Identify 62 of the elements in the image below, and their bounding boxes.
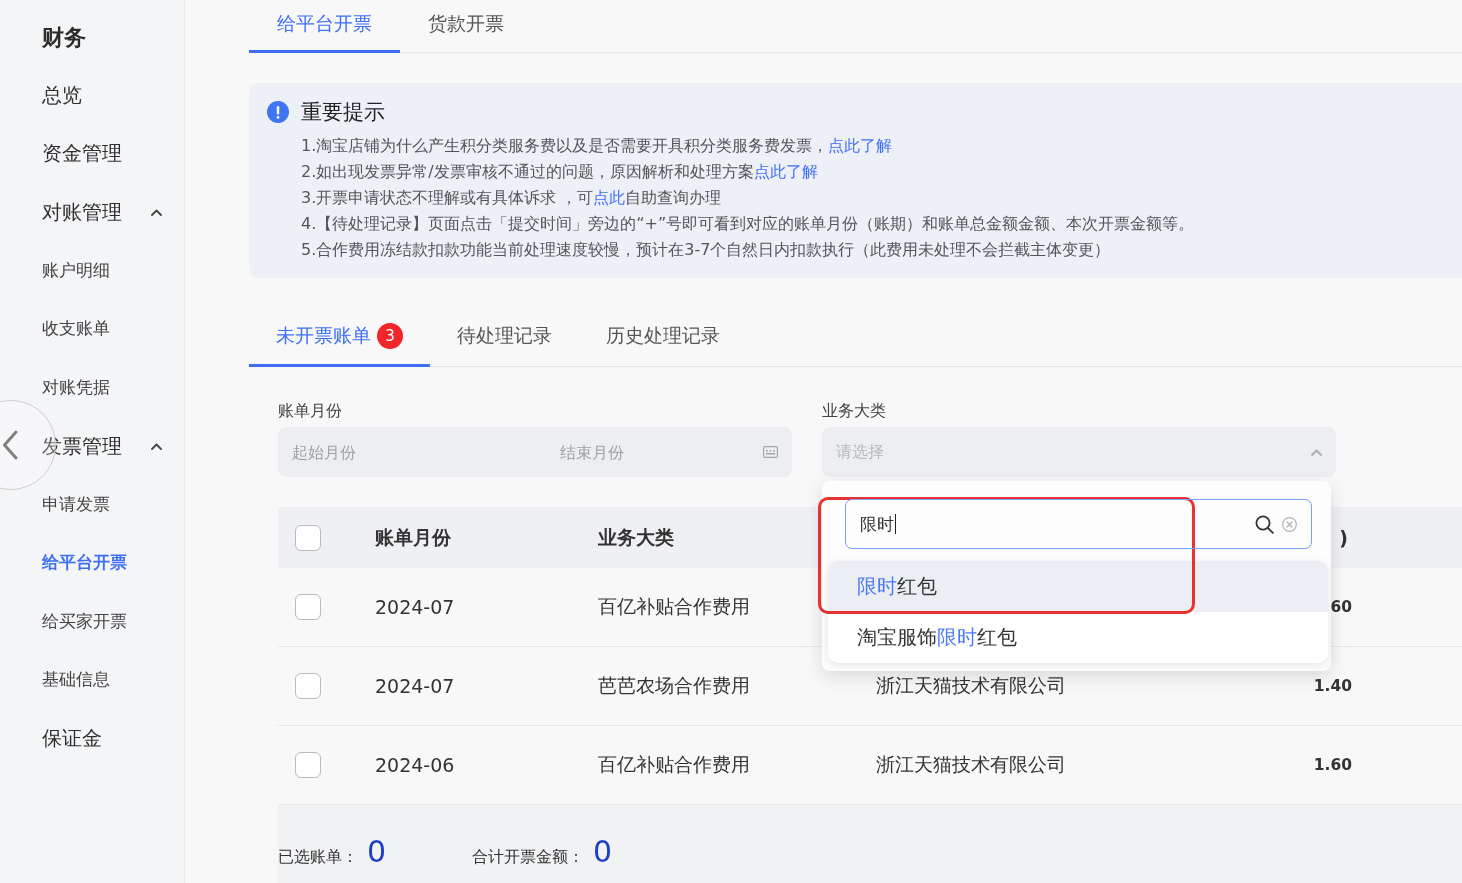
table-cell: 2024-07 xyxy=(375,675,455,697)
row-checkbox[interactable] xyxy=(295,673,321,699)
notice-text: 2.如出现发票异常/发票审核不通过的问题，原因解析和处理方案点此了解 xyxy=(301,161,818,183)
table-cell: 60 xyxy=(1330,598,1352,616)
help-link[interactable]: 点此了解 xyxy=(753,162,818,181)
nav-item[interactable]: 给平台开票 xyxy=(42,550,127,577)
tab[interactable]: 历史处理记录 xyxy=(579,307,747,367)
search-field[interactable]: 限时 xyxy=(845,499,1312,549)
nav-item[interactable]: 保证金 xyxy=(42,723,102,755)
column-header: 账单月份 xyxy=(375,524,451,550)
nav-group[interactable]: 发票管理 xyxy=(42,430,162,462)
tab[interactable]: 待处理记录 xyxy=(430,307,579,367)
tab[interactable]: 货款开票 xyxy=(400,0,532,53)
notice-title: 重要提示 xyxy=(301,99,385,126)
filter-label: 业务大类 xyxy=(822,401,886,421)
nav-item[interactable]: 账户明细 xyxy=(42,257,110,284)
table-cell: 2024-06 xyxy=(375,754,455,776)
summary-label: 已选账单： xyxy=(278,847,358,868)
row-checkbox[interactable] xyxy=(295,594,321,620)
calendar-icon xyxy=(763,446,778,458)
nav-item[interactable]: 申请发票 xyxy=(42,491,110,518)
nav-group[interactable]: 对账管理 xyxy=(42,196,162,228)
summary-label: 合计开票金额： xyxy=(472,847,585,868)
end-month-input[interactable]: 结束月份 xyxy=(560,442,750,462)
tab[interactable]: 给平台开票 xyxy=(249,0,400,53)
clear-icon[interactable] xyxy=(1282,516,1297,532)
tab[interactable]: 未开票账单 3 xyxy=(249,307,430,367)
nav-item[interactable]: 对账凭据 xyxy=(42,374,110,401)
notice-text: 4.【待处理记录】页面点击「提交时间」旁边的“+”号即可看到对应的账单月份（账期）和账单总金额金额、本次开票金额等。 xyxy=(301,213,1195,235)
table-cell-text: 百亿补贴合作费用 xyxy=(598,752,750,777)
nav-item[interactable]: 收支账单 xyxy=(42,316,110,343)
column-header: 业务大类 xyxy=(598,524,674,550)
start-month-input[interactable]: 起始月份 xyxy=(292,442,560,462)
notice-text: 5.合作费用冻结款扣款功能当前处理速度较慢，预计在3-7个自然日内扣款执行（此费用未处理不会拦截主体变更） xyxy=(301,239,1111,261)
summary-value: 0 xyxy=(593,834,613,869)
nav-item[interactable]: 总览 xyxy=(42,79,82,111)
dropdown-option[interactable]: 限时红包 xyxy=(828,561,1328,612)
nav-item[interactable]: 基础信息 xyxy=(42,667,110,694)
table-cell-text: 百亿补贴合作费用 xyxy=(598,594,750,619)
count-badge: 3 xyxy=(377,322,403,349)
notice-text: 3.开票申请状态不理解或有具体诉求 ，可点此自助查询办理 xyxy=(301,187,722,209)
help-link[interactable]: 点此了解 xyxy=(828,136,893,155)
table-cell-text: 浙江天猫技术有限公司 xyxy=(876,752,1066,777)
summary-value: 0 xyxy=(367,834,387,869)
sidebar-title: 财务 xyxy=(42,24,86,52)
table-cell-text: 浙江天猫技术有限公司 xyxy=(876,673,1066,698)
notice-text: 1.淘宝店铺为什么产生积分类服务费以及是否需要开具积分类服务费发票，点此了解 xyxy=(301,135,893,157)
table-cell-text: 芭芭农场合作费用 xyxy=(598,673,750,698)
column-header: ) xyxy=(1339,526,1348,549)
nav-item[interactable]: 资金管理 xyxy=(42,138,122,170)
help-link[interactable]: 点此 xyxy=(593,188,626,207)
nav-item[interactable]: 给买家开票 xyxy=(42,608,127,635)
filter-label: 账单月份 xyxy=(278,401,342,421)
chevron-left-icon xyxy=(2,430,18,460)
table-cell: 1.40 xyxy=(1313,677,1352,695)
exclamation-icon xyxy=(267,101,289,123)
table-cell: 1.60 xyxy=(1313,756,1352,774)
row-checkbox[interactable] xyxy=(295,752,321,778)
table-cell: 2024-07 xyxy=(375,596,455,618)
search-icon[interactable] xyxy=(1255,514,1274,534)
dropdown-option[interactable]: 淘宝服饰限时红包 xyxy=(828,612,1328,663)
select-all-checkbox[interactable] xyxy=(295,524,321,551)
